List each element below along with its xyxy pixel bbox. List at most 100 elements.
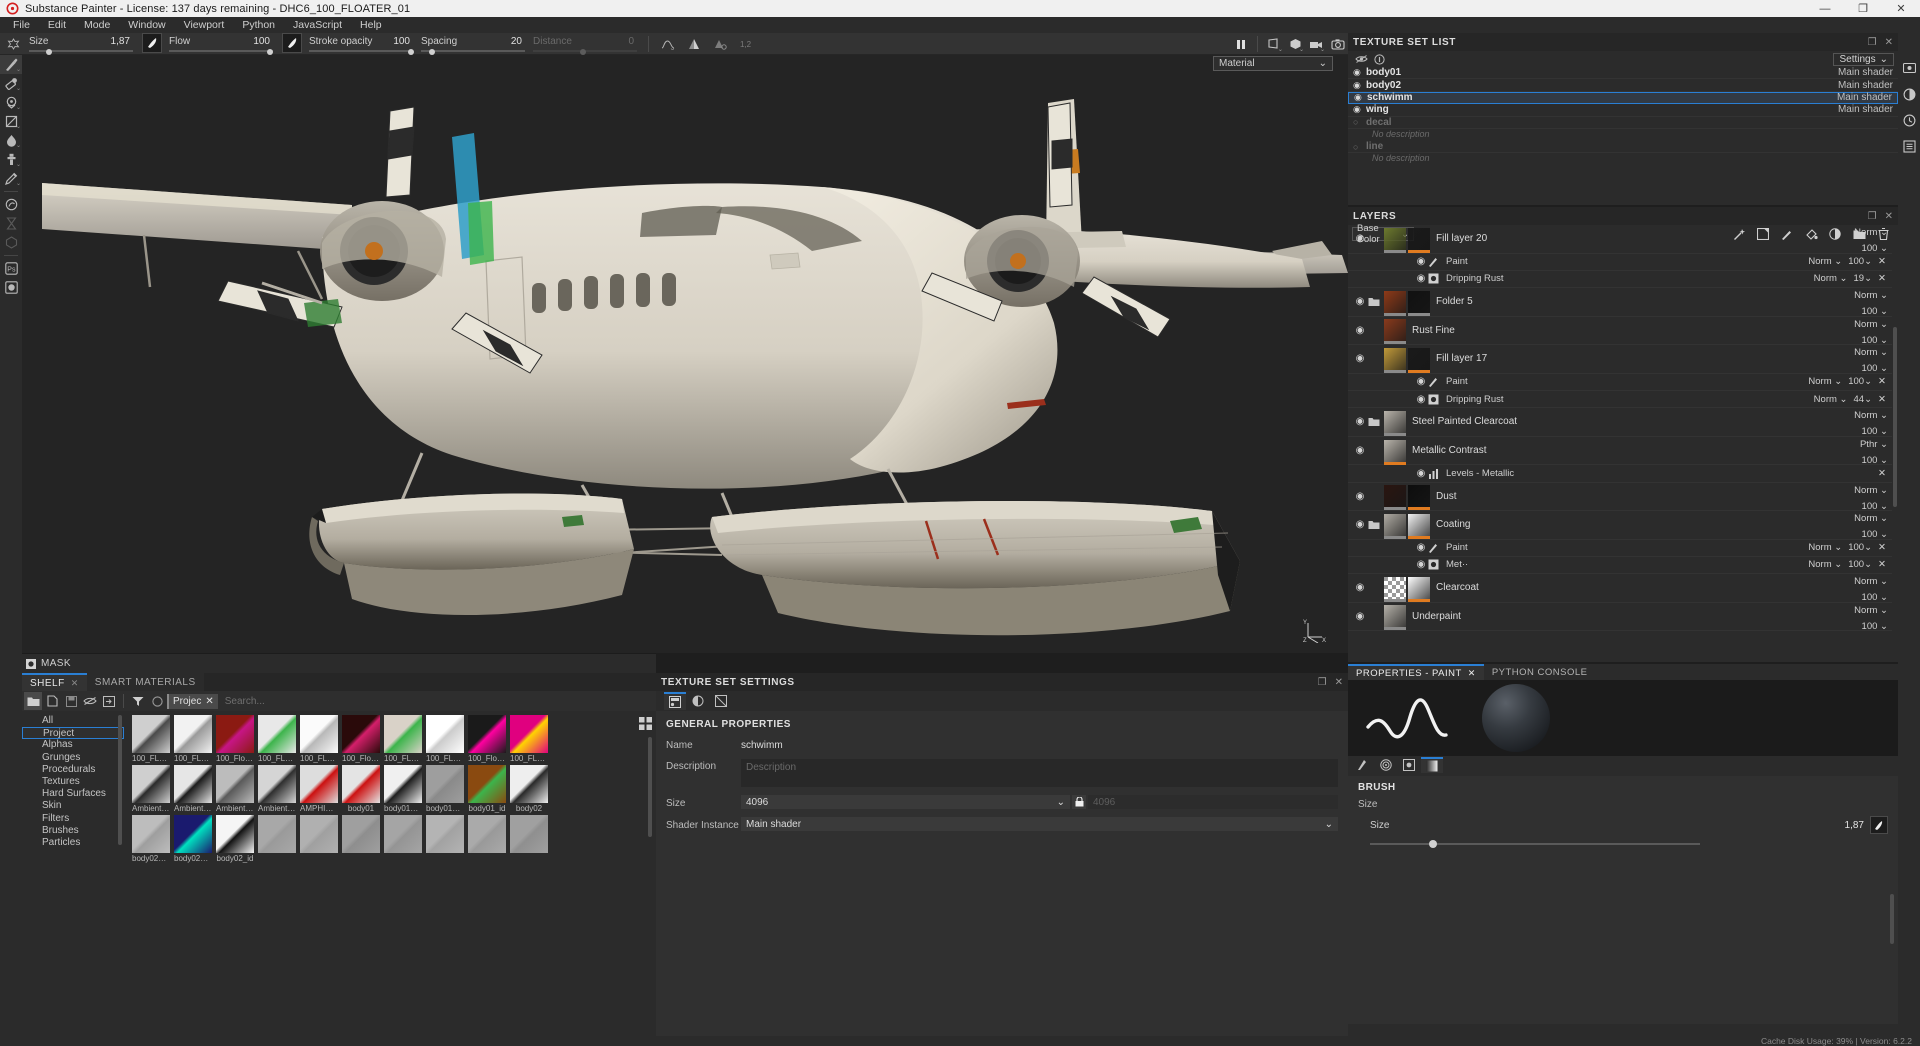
- layer-thumbnail[interactable]: [1384, 485, 1406, 511]
- layer-thumbnail[interactable]: [1384, 605, 1406, 631]
- shelf-filter-chip[interactable]: Projec ✕: [167, 693, 218, 709]
- shader-instance-select[interactable]: Main shader ⌄: [741, 817, 1338, 831]
- shelf-asset[interactable]: body02: [510, 765, 548, 813]
- shelf-scrollbar[interactable]: [648, 737, 652, 837]
- layer-blend-mode[interactable]: Norm ⌄: [1854, 513, 1888, 524]
- param-distance[interactable]: Distance 0: [530, 33, 640, 55]
- shader-mode-icon[interactable]: ⌄: [1285, 33, 1306, 55]
- shelf-asset[interactable]: [510, 815, 548, 863]
- close-icon[interactable]: ✕: [1468, 668, 1476, 679]
- layer-row[interactable]: ◉ Steel Painted Clearcoat Norm ⌄ 100 ⌄: [1348, 408, 1892, 437]
- remove-effect-icon[interactable]: ✕: [1878, 394, 1886, 405]
- remove-effect-icon[interactable]: ✕: [1878, 542, 1886, 553]
- filter-icon[interactable]: [129, 692, 147, 710]
- new-item-icon[interactable]: [43, 692, 61, 710]
- layer-blend-mode[interactable]: Norm ⌄: [1854, 290, 1888, 301]
- menu-item-help[interactable]: Help: [351, 17, 391, 33]
- eye-icon[interactable]: ◉: [1352, 325, 1368, 336]
- layer-effect-row[interactable]: ◉ Paint Norm ⌄ 100⌄ ✕: [1348, 254, 1892, 271]
- eye-icon[interactable]: ◉: [1354, 92, 1367, 103]
- maximize-panel-icon[interactable]: ❐: [1868, 37, 1877, 48]
- shelf-asset[interactable]: 100_FLOAT...: [384, 715, 422, 763]
- tab-python-console[interactable]: PYTHON CONSOLE: [1483, 664, 1596, 680]
- size-select[interactable]: 4096 ⌄: [741, 795, 1070, 809]
- layer-opacity[interactable]: 100 ⌄: [1854, 306, 1888, 317]
- tool-preset-icon[interactable]: [0, 33, 26, 55]
- eye-icon[interactable]: ◉: [1414, 273, 1428, 284]
- tri-planar-icon[interactable]: 1,2: [733, 33, 759, 55]
- symmetry-settings-icon[interactable]: [707, 33, 733, 55]
- shelf-asset[interactable]: 100_FLOAT...: [510, 715, 548, 763]
- shelf-asset[interactable]: Ambient O...: [174, 765, 212, 813]
- view-mode-icon[interactable]: ⌄: [1264, 33, 1285, 55]
- eye-icon[interactable]: ◉: [1352, 611, 1368, 622]
- layer-opacity[interactable]: 100 ⌄: [1854, 621, 1888, 632]
- brush-alpha-thumbnail[interactable]: [282, 32, 302, 53]
- folder-icon[interactable]: [1368, 520, 1384, 530]
- shelf-category-filters[interactable]: Filters: [22, 813, 124, 825]
- layer-blend-mode[interactable]: Norm ⌄: [1854, 410, 1888, 421]
- shelf-asset[interactable]: Ambient O...: [258, 765, 296, 813]
- shelf-category-skin[interactable]: Skin: [22, 800, 124, 812]
- shelf-asset[interactable]: body01_id: [468, 765, 506, 813]
- effect-opacity[interactable]: 44⌄: [1854, 394, 1873, 405]
- layers-scrollbar[interactable]: [1893, 327, 1897, 507]
- layer-row[interactable]: ◉ Dust Norm ⌄ 100 ⌄: [1348, 483, 1892, 512]
- hide-all-icon[interactable]: [1352, 52, 1370, 66]
- layer-mask-thumbnail[interactable]: [1408, 485, 1430, 511]
- layer-effect-row[interactable]: ◉ Paint Norm ⌄ 100⌄ ✕: [1348, 540, 1892, 557]
- material-picker-tool[interactable]: ⌄: [0, 169, 22, 188]
- effect-opacity[interactable]: 100⌄: [1848, 256, 1872, 267]
- shelf-asset[interactable]: body02_id: [216, 815, 254, 863]
- shelf-asset[interactable]: body02_cu...: [174, 815, 212, 863]
- layer-opacity[interactable]: 100 ⌄: [1860, 455, 1888, 466]
- param-spacing[interactable]: Spacing 20: [418, 33, 528, 55]
- layer-thumbnail[interactable]: [1384, 513, 1406, 539]
- uv-tab-icon[interactable]: [710, 692, 732, 710]
- layer-mask-thumbnail[interactable]: [1408, 290, 1430, 316]
- layer-row[interactable]: ◉ Fill layer 20 Norm ⌄ 100 ⌄: [1348, 225, 1892, 254]
- grid-view-toggle-icon[interactable]: [639, 717, 653, 731]
- brush-alpha-thumbnail[interactable]: [142, 32, 162, 53]
- menu-item-file[interactable]: File: [4, 17, 39, 33]
- maximize-panel-icon[interactable]: ❐: [1868, 211, 1877, 222]
- effect-opacity[interactable]: 100⌄: [1848, 376, 1872, 387]
- effect-opacity[interactable]: 100⌄: [1848, 559, 1872, 570]
- texture-set-row[interactable]: ◉ wing Main shader: [1348, 104, 1898, 117]
- close-panel-icon[interactable]: ✕: [1335, 677, 1343, 688]
- material-select[interactable]: Material ⌄: [1213, 56, 1333, 71]
- camera-mode-icon[interactable]: ⌄: [1306, 33, 1327, 55]
- shelf-category-particles[interactable]: Particles: [22, 837, 124, 849]
- symmetry-icon[interactable]: [681, 33, 707, 55]
- layer-thumbnail[interactable]: [1384, 410, 1406, 436]
- shelf-asset[interactable]: body01: [342, 765, 380, 813]
- folder-icon[interactable]: [1368, 417, 1384, 427]
- param-stroke-opacity[interactable]: Stroke opacity 100: [306, 33, 416, 55]
- layer-blend-mode[interactable]: Norm ⌄: [1854, 319, 1888, 330]
- texture-set-settings-button[interactable]: Settings ⌄: [1833, 52, 1894, 66]
- shelf-category-procedurals[interactable]: Procedurals: [22, 764, 124, 776]
- eye-icon[interactable]: ◉: [1352, 416, 1368, 427]
- layer-row[interactable]: ◉ Folder 5 Norm ⌄ 100 ⌄: [1348, 288, 1892, 317]
- remove-effect-icon[interactable]: ✕: [1878, 256, 1886, 267]
- shelf-asset[interactable]: body01_ao: [384, 765, 422, 813]
- shelf-asset[interactable]: [384, 815, 422, 863]
- render-mode-tool[interactable]: [0, 278, 22, 297]
- shelf-asset[interactable]: Ambient O...: [216, 765, 254, 813]
- param-flow[interactable]: Flow 100: [166, 33, 276, 55]
- layer-blend-mode[interactable]: Norm ⌄: [1854, 227, 1888, 238]
- layer-mask-thumbnail[interactable]: [1408, 347, 1430, 373]
- eye-icon[interactable]: ◉: [1352, 233, 1368, 244]
- texture-set-row[interactable]: ○ decal: [1348, 117, 1898, 129]
- eye-icon[interactable]: ◉: [1353, 104, 1366, 115]
- layer-thumbnail[interactable]: [1384, 227, 1406, 253]
- shelf-category-brushes[interactable]: Brushes: [22, 825, 124, 837]
- slider-knob[interactable]: [267, 48, 274, 55]
- layer-opacity[interactable]: 100 ⌄: [1854, 592, 1888, 603]
- eye-icon[interactable]: ◉: [1352, 296, 1368, 307]
- layer-blend-mode[interactable]: Norm ⌄: [1854, 576, 1888, 587]
- eye-icon[interactable]: ◉: [1414, 394, 1428, 405]
- history-icon[interactable]: [1898, 107, 1920, 133]
- category-scrollbar[interactable]: [118, 715, 122, 845]
- effect-blend-mode[interactable]: Norm ⌄: [1814, 273, 1848, 284]
